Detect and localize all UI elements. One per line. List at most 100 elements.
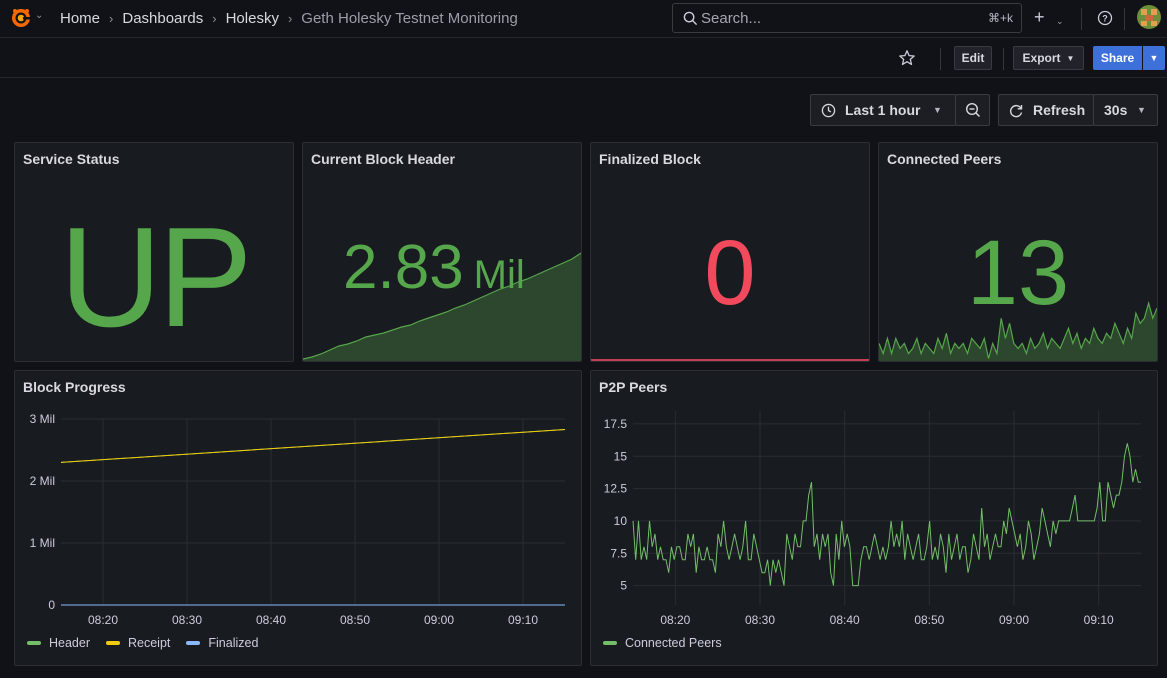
breadcrumb-home[interactable]: Home <box>60 10 100 27</box>
legend-item-header[interactable]: Header <box>27 636 90 650</box>
panel-finalized-block[interactable]: Finalized Block 0 <box>590 142 870 362</box>
divider <box>940 48 941 70</box>
legend-label: Finalized <box>208 636 259 650</box>
chevron-down-icon: ▼ <box>1066 53 1075 63</box>
series-line-receipt <box>60 429 566 463</box>
y-tick-label: 5 <box>620 579 627 593</box>
sparkline-baseline <box>591 359 869 361</box>
breadcrumb: Home › Dashboards › Holesky › Geth Holes… <box>60 10 518 27</box>
y-tick-label: 15 <box>614 449 628 463</box>
block-progress-chart: 08:20 08:30 08:40 08:50 09:00 09:10 0 1 Mil 2 Mi… <box>30 412 566 627</box>
breadcrumb-separator-icon: › <box>109 11 114 26</box>
legend-label: Connected Peers <box>625 636 722 650</box>
refresh-label: Refresh <box>1033 102 1086 118</box>
breadcrumb-dashboards[interactable]: Dashboards <box>122 10 203 27</box>
breadcrumb-separator-icon: › <box>287 11 293 26</box>
time-range-label: Last 1 hour <box>845 102 921 118</box>
breadcrumb-holesky[interactable]: Holesky <box>226 10 279 27</box>
clock-icon <box>821 103 836 118</box>
x-tick-label: 08:40 <box>830 613 860 627</box>
x-tick-label: 09:00 <box>424 613 454 627</box>
breadcrumb-separator-icon: › <box>212 11 217 26</box>
series-line-connected-peers <box>632 443 1141 587</box>
legend-swatch <box>27 641 41 645</box>
legend-label: Header <box>49 636 90 650</box>
refresh-icon <box>1010 104 1023 118</box>
x-tick-label: 08:50 <box>914 613 944 627</box>
y-tick-label: 0 <box>48 598 55 612</box>
top-bar: ⌄ Home › Dashboards › Holesky › Geth Hol… <box>0 0 1167 38</box>
x-tick-label: 09:00 <box>999 613 1029 627</box>
x-tick-label: 09:10 <box>1084 613 1114 627</box>
dashboard-toolbar: Edit Export ▼ Share ▼ <box>0 39 1167 78</box>
legend-item-finalized[interactable]: Finalized <box>186 636 258 650</box>
x-tick-label: 08:50 <box>340 613 370 627</box>
y-tick-label: 1 Mil <box>30 536 55 550</box>
export-button[interactable]: Export ▼ <box>1013 46 1084 70</box>
panel-service-status[interactable]: Service Status UP <box>14 142 294 362</box>
legend: Header Receipt Finalized <box>27 636 274 650</box>
panel-p2p-peers[interactable]: P2P Peers 08:20 08:30 08:40 08:50 09:00 09:10… <box>590 370 1158 666</box>
x-tick-label: 08:30 <box>745 613 775 627</box>
search-icon <box>683 11 698 26</box>
panel-title: Finalized Block <box>599 151 701 167</box>
legend-swatch <box>603 641 617 645</box>
share-dropdown-button[interactable]: ▼ <box>1143 46 1165 70</box>
x-tick-label: 08:40 <box>256 613 286 627</box>
chevron-down-icon: ▼ <box>1149 53 1159 63</box>
plus-icon: + <box>1034 7 1045 27</box>
panel-current-block-header[interactable]: Current Block Header 2.83 Mil <box>302 142 582 362</box>
p2p-peers-chart: 08:20 08:30 08:40 08:50 09:00 09:10 5 7.5 10 12.5… <box>604 411 1141 627</box>
divider <box>1124 8 1125 30</box>
legend-item-receipt[interactable]: Receipt <box>106 636 170 650</box>
user-avatar-icon <box>1137 5 1161 29</box>
y-tick-label: 10 <box>614 514 628 528</box>
share-button[interactable]: Share <box>1093 46 1142 70</box>
export-label: Export <box>1022 51 1061 65</box>
svg-text:?: ? <box>1102 14 1108 24</box>
stat-value: 13 <box>966 222 1070 324</box>
divider <box>1081 8 1082 30</box>
divider <box>1003 48 1004 70</box>
search-shortcut: ⌘+k <box>987 11 1013 25</box>
avatar[interactable] <box>1137 5 1161 29</box>
y-tick-label: 2 Mil <box>30 474 55 488</box>
y-tick-label: 17.5 <box>604 417 628 431</box>
legend: Connected Peers <box>603 636 738 650</box>
legend-swatch <box>106 641 120 645</box>
star-icon[interactable] <box>898 49 916 67</box>
refresh-interval-picker[interactable]: 30s ▼ <box>1093 94 1158 126</box>
edit-button[interactable]: Edit <box>954 46 992 70</box>
stat-value: UP <box>59 198 252 357</box>
x-tick-label: 09:10 <box>508 613 538 627</box>
refresh-interval-label: 30s <box>1104 102 1128 118</box>
stat-number: 2.83 <box>343 233 464 302</box>
time-range-picker[interactable]: Last 1 hour ▼ <box>810 94 956 126</box>
help-icon[interactable]: ? <box>1097 10 1113 26</box>
panel-title: Service Status <box>23 151 120 167</box>
refresh-button[interactable]: Refresh <box>998 94 1094 126</box>
legend-label: Receipt <box>128 636 171 650</box>
search-input[interactable] <box>701 8 971 28</box>
stat-value: 2.83 Mil <box>343 237 525 299</box>
stat-value: 0 <box>704 222 756 324</box>
x-tick-label: 08:30 <box>172 613 202 627</box>
grafana-logo-icon[interactable] <box>10 7 32 29</box>
legend-swatch <box>186 641 201 645</box>
chevron-down-icon: ▼ <box>933 105 942 115</box>
y-tick-label: 7.5 <box>610 546 627 560</box>
x-tick-label: 08:20 <box>88 613 118 627</box>
zoom-out-icon <box>965 102 980 118</box>
chevron-down-icon: ▼ <box>1137 105 1146 115</box>
search-box[interactable]: ⌘+k <box>672 3 1022 33</box>
menu-chevron-down-icon[interactable]: ⌄ <box>35 10 43 21</box>
breadcrumb-dashboard-title: Geth Holesky Testnet Monitoring <box>301 10 518 27</box>
legend-item-connected-peers[interactable]: Connected Peers <box>603 636 722 650</box>
panel-block-progress[interactable]: Block Progress 08:20 08:30 08:40 08:50 09:00… <box>14 370 582 666</box>
y-tick-label: 3 Mil <box>30 412 55 426</box>
new-button[interactable]: + ⌄ <box>1034 8 1070 28</box>
panel-connected-peers[interactable]: Connected Peers 13 <box>878 142 1158 362</box>
stat-unit: Mil <box>473 253 525 297</box>
zoom-out-button[interactable] <box>955 94 990 126</box>
y-tick-label: 12.5 <box>604 482 628 496</box>
